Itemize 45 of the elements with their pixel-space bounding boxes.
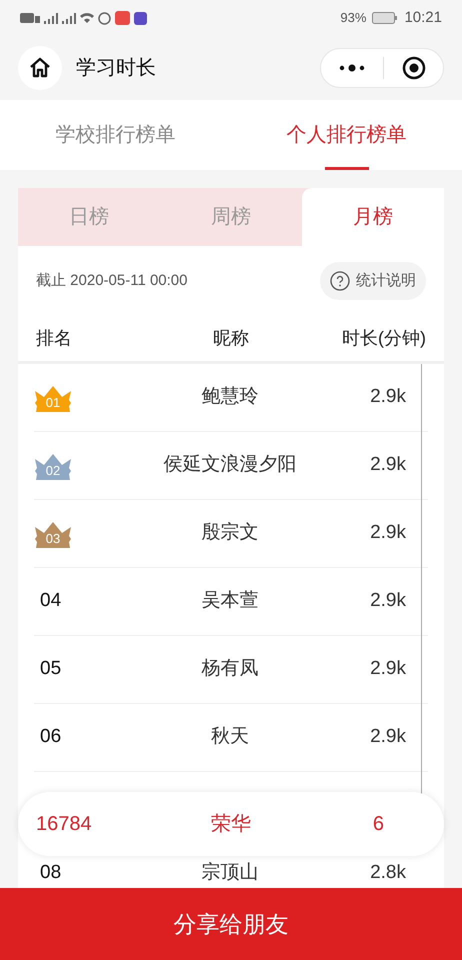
battery-percent: 93% bbox=[340, 9, 366, 28]
column-header: 排名 bbox=[36, 327, 73, 350]
app-icon bbox=[115, 11, 130, 25]
duration: 2.9k bbox=[370, 454, 406, 476]
rank-number: 05 bbox=[40, 657, 62, 682]
home-icon bbox=[28, 56, 52, 80]
duration: 2.8k bbox=[370, 862, 406, 884]
duration: 2.9k bbox=[370, 658, 406, 680]
signal-icon bbox=[62, 12, 76, 24]
column-header: 时长(分钟) bbox=[341, 327, 426, 350]
nickname: 杨有凤 bbox=[202, 658, 258, 680]
share-button[interactable]: 分享给朋友 bbox=[0, 888, 462, 960]
nickname: 宗顶山 bbox=[202, 862, 258, 884]
ranking-tab[interactable]: 个人排行榜单 bbox=[231, 100, 462, 170]
my-duration: 6 bbox=[372, 812, 385, 837]
stats-button[interactable]: 统计说明 bbox=[320, 262, 426, 300]
signal-icon bbox=[44, 12, 58, 24]
duration: 2.9k bbox=[370, 386, 406, 408]
rank-number: 04 bbox=[40, 589, 62, 614]
target-icon bbox=[402, 56, 426, 80]
duration: 2.9k bbox=[370, 726, 406, 748]
rank-number: 06 bbox=[40, 725, 62, 750]
my-nickname: 荣华 bbox=[210, 812, 252, 837]
battery-icon bbox=[372, 12, 398, 24]
my-rank: 16784 bbox=[36, 812, 93, 837]
nickname: 鲍慧玲 bbox=[202, 386, 258, 408]
ranking-tab[interactable]: 学校排行榜单 bbox=[0, 100, 231, 170]
page-title: 学习时长 bbox=[76, 56, 156, 81]
wifi-icon bbox=[80, 13, 94, 23]
nickname: 殷宗文 bbox=[202, 522, 258, 544]
clock: 10:21 bbox=[404, 8, 442, 28]
app-icon bbox=[134, 12, 147, 24]
duration: 2.9k bbox=[370, 522, 406, 544]
nickname: 吴本萱 bbox=[202, 590, 258, 612]
duration: 2.9k bbox=[370, 590, 406, 612]
nickname: 侯延文浪漫夕阳 bbox=[164, 454, 296, 476]
help-icon bbox=[330, 271, 350, 291]
cutoff-text: 截止 2020-05-11 00:00 bbox=[36, 270, 188, 291]
more-icon bbox=[339, 64, 365, 72]
hd-icon bbox=[20, 13, 40, 23]
nickname: 秋天 bbox=[211, 726, 249, 748]
home-button[interactable] bbox=[18, 46, 62, 90]
column-header: 昵称 bbox=[212, 327, 250, 350]
rank-number: 08 bbox=[40, 861, 62, 886]
period-tab[interactable]: 月榜 bbox=[302, 188, 444, 246]
